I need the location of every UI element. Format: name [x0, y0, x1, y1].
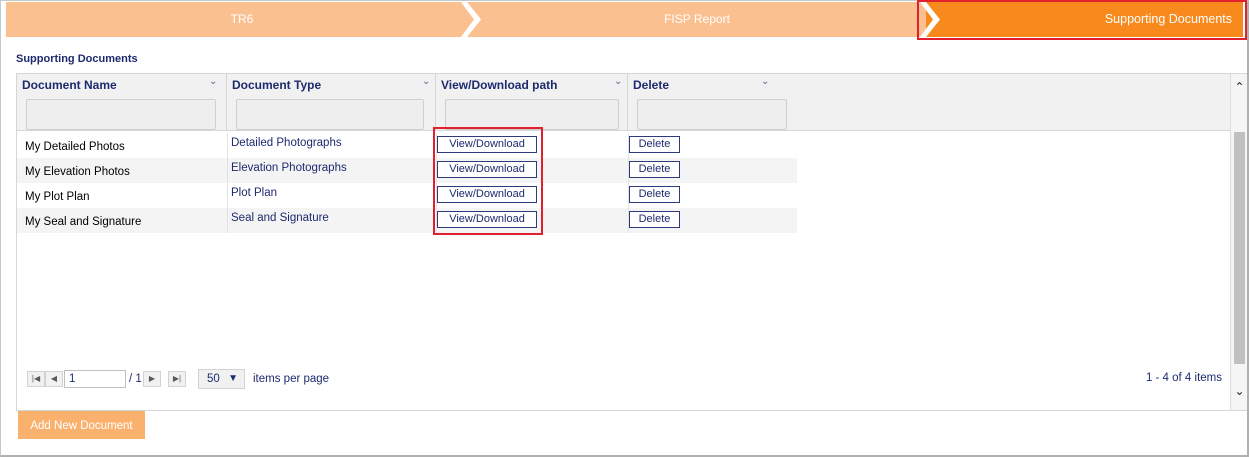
- filter-input-view-download[interactable]: [445, 99, 619, 130]
- page-count-label: / 1: [129, 373, 142, 385]
- pager: |◀ ◀ 1 / 1 ▶ ▶| 50 ▼ items per page 1 - …: [17, 367, 1230, 392]
- step-tr6[interactable]: TR6: [6, 2, 468, 37]
- column-document-name[interactable]: Document Name ⌄: [17, 74, 227, 131]
- filter-input-document-name[interactable]: [26, 99, 216, 130]
- add-new-document-button[interactable]: Add New Document: [18, 411, 145, 439]
- cell-document-type: Seal and Signature: [231, 212, 329, 224]
- delete-button[interactable]: Delete: [629, 136, 680, 153]
- vertical-scrollbar[interactable]: ⌃ ⌄: [1230, 74, 1247, 410]
- chevron-down-icon[interactable]: ⌄: [209, 76, 217, 87]
- column-view-download-path[interactable]: View/Download path ⌄: [436, 74, 628, 131]
- view-download-button[interactable]: View/Download: [437, 211, 537, 228]
- table-row[interactable]: My Elevation Photos Elevation Photograph…: [17, 158, 797, 183]
- page-size-value: 50: [207, 373, 220, 385]
- table-row[interactable]: My Detailed Photos Detailed Photographs …: [17, 133, 797, 158]
- view-download-button[interactable]: View/Download: [437, 136, 537, 153]
- next-page-icon[interactable]: ▶: [143, 371, 161, 387]
- cell-divider: [227, 183, 228, 208]
- cell-divider: [227, 158, 228, 183]
- delete-button[interactable]: Delete: [629, 211, 680, 228]
- step-tr6-label: TR6: [230, 12, 254, 26]
- step-supporting-documents[interactable]: Supporting Documents: [926, 2, 1243, 37]
- delete-button[interactable]: Delete: [629, 186, 680, 203]
- step-chevron-icon: [461, 2, 481, 37]
- grid-header: Document Name ⌄ Document Type ⌄ View/Dow…: [17, 74, 1230, 131]
- page-number-input[interactable]: 1: [64, 370, 126, 388]
- column-document-type[interactable]: Document Type ⌄: [227, 74, 436, 131]
- step-fisp-report[interactable]: FISP Report: [468, 2, 926, 37]
- wizard-steps: TR6 FISP Report Supporting Documents: [6, 2, 1243, 37]
- delete-button[interactable]: Delete: [629, 161, 680, 178]
- cell-divider: [227, 208, 228, 233]
- step-fisp-report-label: FISP Report: [664, 12, 730, 26]
- column-title: Delete: [633, 78, 670, 92]
- column-title: View/Download path: [441, 78, 558, 92]
- last-page-icon[interactable]: ▶|: [168, 371, 186, 387]
- items-per-page-label: items per page: [253, 373, 330, 385]
- step-chevron-icon: [920, 2, 940, 37]
- first-page-icon[interactable]: |◀: [27, 371, 45, 387]
- documents-grid: Document Name ⌄ Document Type ⌄ View/Dow…: [16, 73, 1247, 411]
- scrollbar-thumb[interactable]: [1234, 132, 1245, 364]
- cell-divider: [227, 133, 228, 158]
- page-size-select[interactable]: 50 ▼: [198, 369, 245, 389]
- chevron-down-icon[interactable]: ⌄: [761, 76, 769, 87]
- column-delete[interactable]: Delete ⌄: [628, 74, 1230, 131]
- chevron-down-icon: ▼: [228, 373, 238, 384]
- table-row[interactable]: My Seal and Signature Seal and Signature…: [17, 208, 797, 233]
- column-title: Document Type: [232, 78, 322, 92]
- scroll-up-icon[interactable]: ⌃: [1231, 77, 1248, 97]
- chevron-down-icon[interactable]: ⌄: [614, 76, 622, 87]
- filter-input-document-type[interactable]: [236, 99, 424, 130]
- step-supporting-documents-label: Supporting Documents: [1104, 12, 1232, 26]
- view-download-button[interactable]: View/Download: [437, 161, 537, 178]
- view-download-button[interactable]: View/Download: [437, 186, 537, 203]
- chevron-down-icon[interactable]: ⌄: [422, 76, 430, 87]
- pager-info: 1 - 4 of 4 items: [1145, 372, 1222, 384]
- column-title: Document Name: [22, 78, 117, 92]
- filter-input-delete[interactable]: [637, 99, 787, 130]
- section-title: Supporting Documents: [16, 53, 138, 65]
- table-row[interactable]: My Plot Plan Plot Plan View/Download Del…: [17, 183, 797, 208]
- prev-page-icon[interactable]: ◀: [45, 371, 63, 387]
- scroll-down-icon[interactable]: ⌄: [1231, 381, 1248, 401]
- cell-document-name: My Seal and Signature: [25, 216, 142, 228]
